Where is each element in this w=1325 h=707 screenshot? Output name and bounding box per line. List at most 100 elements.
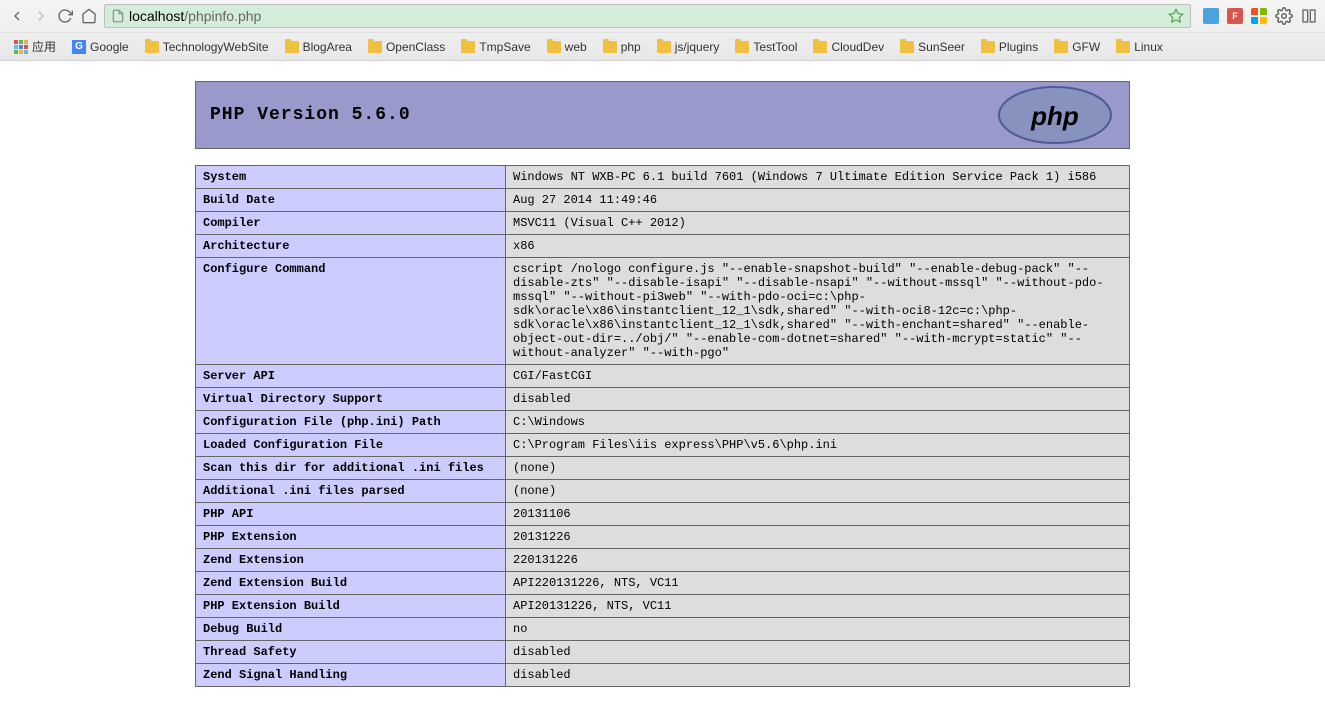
bookmark-label: web (565, 40, 587, 54)
table-row: Zend Signal Handlingdisabled (196, 664, 1130, 687)
address-bar[interactable]: localhost/phpinfo.php (104, 4, 1191, 28)
folder-icon (1116, 41, 1130, 53)
config-key: Zend Extension Build (196, 572, 506, 595)
table-row: Loaded Configuration FileC:\Program File… (196, 434, 1130, 457)
config-value: MSVC11 (Visual C++ 2012) (506, 212, 1130, 235)
folder-icon (547, 41, 561, 53)
bookmark-label: TestTool (753, 40, 797, 54)
bookmark-item[interactable]: Plugins (975, 38, 1044, 56)
table-row: Zend Extension220131226 (196, 549, 1130, 572)
bookmark-label: php (621, 40, 641, 54)
config-key: Zend Extension (196, 549, 506, 572)
table-row: PHP Extension BuildAPI20131226, NTS, VC1… (196, 595, 1130, 618)
config-key: Virtual Directory Support (196, 388, 506, 411)
bookmark-item[interactable]: CloudDev (807, 38, 890, 56)
table-row: Configuration File (php.ini) PathC:\Wind… (196, 411, 1130, 434)
back-button[interactable] (8, 7, 26, 25)
extension-icon[interactable]: F (1227, 8, 1243, 24)
config-key: Zend Signal Handling (196, 664, 506, 687)
config-key: System (196, 166, 506, 189)
folder-icon (900, 41, 914, 53)
bookmark-label: 应用 (32, 38, 56, 55)
table-row: CompilerMSVC11 (Visual C++ 2012) (196, 212, 1130, 235)
config-value: Windows NT WXB-PC 6.1 build 7601 (Window… (506, 166, 1130, 189)
bookmark-label: Linux (1134, 40, 1163, 54)
bookmark-item[interactable]: TechnologyWebSite (139, 38, 275, 56)
folder-icon (603, 41, 617, 53)
phpinfo-header: PHP Version 5.6.0 php (195, 81, 1130, 149)
bookmark-label: TmpSave (479, 40, 530, 54)
config-value: disabled (506, 388, 1130, 411)
bookmark-item[interactable]: SunSeer (894, 38, 971, 56)
folder-icon (285, 41, 299, 53)
config-value: C:\Windows (506, 411, 1130, 434)
bookmark-item[interactable]: GFW (1048, 38, 1106, 56)
config-value: C:\Program Files\iis express\PHP\v5.6\ph… (506, 434, 1130, 457)
extensions-area: F (1197, 7, 1317, 25)
svg-text:php: php (1030, 101, 1079, 131)
table-row: Additional .ini files parsed(none) (196, 480, 1130, 503)
table-row: Architecturex86 (196, 235, 1130, 258)
bookmark-label: CloudDev (831, 40, 884, 54)
config-key: PHP Extension (196, 526, 506, 549)
config-value: Aug 27 2014 11:49:46 (506, 189, 1130, 212)
config-key: Architecture (196, 235, 506, 258)
bookmark-label: Google (90, 40, 129, 54)
bookmark-item[interactable]: TmpSave (455, 38, 536, 56)
config-key: Debug Build (196, 618, 506, 641)
bookmark-item[interactable]: js/jquery (651, 38, 726, 56)
table-row: Scan this dir for additional .ini files(… (196, 457, 1130, 480)
gear-icon[interactable] (1275, 7, 1293, 25)
extension-icon[interactable] (1251, 8, 1267, 24)
bookmark-item[interactable]: 应用 (8, 36, 62, 57)
folder-icon (461, 41, 475, 53)
config-key: Configure Command (196, 258, 506, 365)
config-key: Loaded Configuration File (196, 434, 506, 457)
config-value: API220131226, NTS, VC11 (506, 572, 1130, 595)
reload-button[interactable] (56, 7, 74, 25)
forward-button[interactable] (32, 7, 50, 25)
bookmark-label: js/jquery (675, 40, 720, 54)
table-row: Configure Commandcscript /nologo configu… (196, 258, 1130, 365)
php-version-title: PHP Version 5.6.0 (210, 105, 411, 125)
bookmark-item[interactable]: php (597, 38, 647, 56)
bookmark-item[interactable]: TestTool (729, 38, 803, 56)
table-row: Build DateAug 27 2014 11:49:46 (196, 189, 1130, 212)
config-value: API20131226, NTS, VC11 (506, 595, 1130, 618)
home-button[interactable] (80, 7, 98, 25)
folder-icon (368, 41, 382, 53)
bookmark-label: BlogArea (303, 40, 352, 54)
bookmark-item[interactable]: GGoogle (66, 38, 135, 56)
url-text: localhost/phpinfo.php (129, 8, 261, 24)
table-row: Virtual Directory Supportdisabled (196, 388, 1130, 411)
bookmark-bar: 应用 GGoogleTechnologyWebSite BlogArea OpenCl… (0, 32, 1325, 60)
config-value: no (506, 618, 1130, 641)
config-value: disabled (506, 641, 1130, 664)
config-value: (none) (506, 480, 1130, 503)
config-value: (none) (506, 457, 1130, 480)
bookmark-star-icon[interactable] (1168, 8, 1184, 24)
config-value: x86 (506, 235, 1130, 258)
bookmark-item[interactable]: Linux (1110, 38, 1169, 56)
bookmark-item[interactable]: web (541, 38, 593, 56)
bookmark-label: GFW (1072, 40, 1100, 54)
config-value: 20131106 (506, 503, 1130, 526)
config-key: Configuration File (php.ini) Path (196, 411, 506, 434)
page-icon (111, 9, 125, 23)
config-key: Additional .ini files parsed (196, 480, 506, 503)
config-key: Scan this dir for additional .ini files (196, 457, 506, 480)
extension-icon[interactable] (1203, 8, 1219, 24)
apps-icon (14, 40, 28, 54)
table-row: Debug Buildno (196, 618, 1130, 641)
bookmark-item[interactable]: BlogArea (279, 38, 358, 56)
browser-chrome: localhost/phpinfo.php F 应用 GGoogleTechnol… (0, 0, 1325, 61)
folder-icon (735, 41, 749, 53)
table-row: Server APICGI/FastCGI (196, 365, 1130, 388)
phpinfo-table: SystemWindows NT WXB-PC 6.1 build 7601 (… (195, 165, 1130, 687)
folder-icon (657, 41, 671, 53)
devtools-icon[interactable] (1301, 8, 1317, 24)
bookmark-item[interactable]: OpenClass (362, 38, 451, 56)
folder-icon (1054, 41, 1068, 53)
folder-icon (813, 41, 827, 53)
table-row: Thread Safetydisabled (196, 641, 1130, 664)
